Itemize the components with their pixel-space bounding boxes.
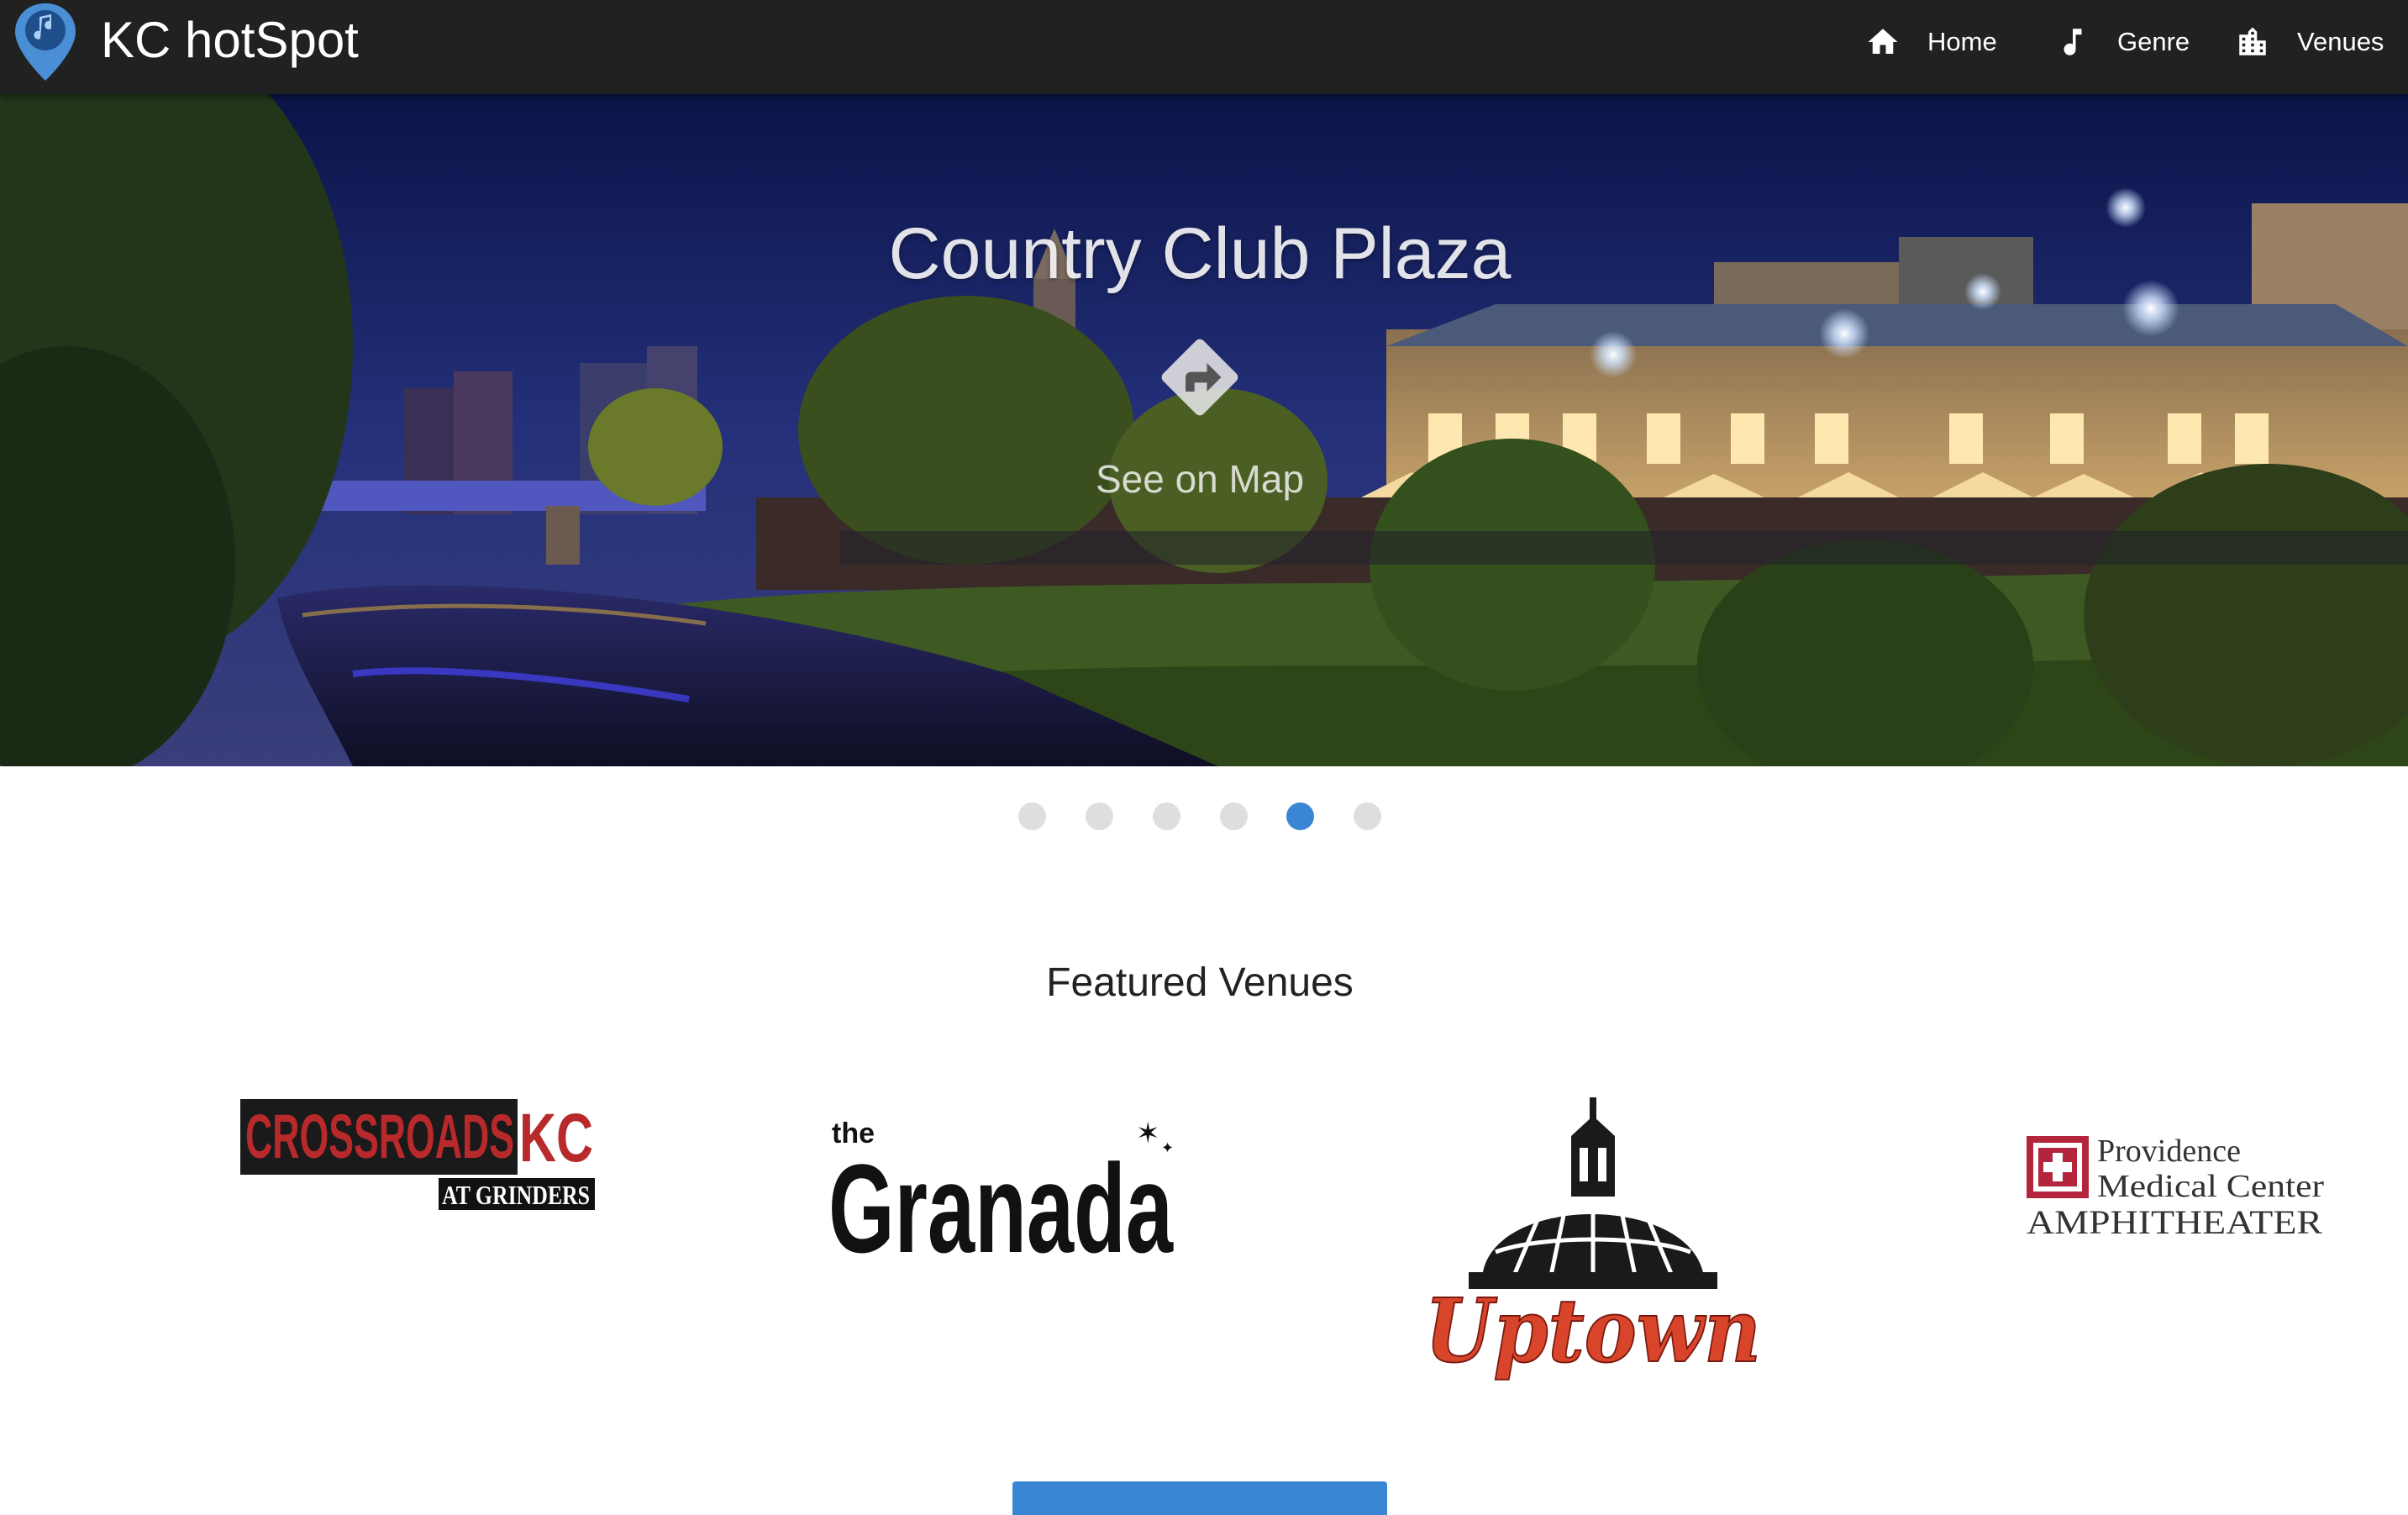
top-navbar: KC hotSpot Home Genre Venues xyxy=(0,0,2408,94)
nav-venues-label: Venues xyxy=(2297,27,2384,56)
venue-logo-uptown[interactable]: Uptown xyxy=(1415,1092,1771,1391)
see-on-map-label: See on Map xyxy=(1095,457,1305,501)
svg-text:✦: ✦ xyxy=(1161,1139,1174,1157)
hero-carousel-slide: Country Club Plaza See on Map xyxy=(0,94,2408,766)
carousel-dot-6[interactable] xyxy=(1354,802,1381,830)
venue-logo-crossroads-kc[interactable]: CROSSROADS KC AT GRINDERS xyxy=(237,1084,598,1218)
home-icon xyxy=(1868,29,1898,54)
carousel-dot-3[interactable] xyxy=(1153,802,1180,830)
nav-home-label: Home xyxy=(1927,27,1997,56)
carousel-dot-2[interactable] xyxy=(1086,802,1113,830)
see-on-map-link[interactable]: See on Map xyxy=(1074,329,1326,607)
crossroads-kc-logo: CROSSROADS KC AT GRINDERS xyxy=(240,1099,595,1210)
venue-logo-the-granada[interactable]: the Granada ✶ ✦ xyxy=(825,1092,1178,1269)
svg-text:AMPHITHEATER: AMPHITHEATER xyxy=(2027,1203,2322,1241)
carousel-indicators xyxy=(0,802,2408,831)
svg-text:Medical Center: Medical Center xyxy=(2097,1169,2324,1204)
city-buildings-icon xyxy=(2239,27,2266,55)
svg-text:✶: ✶ xyxy=(1136,1117,1160,1150)
nav-genre-label: Genre xyxy=(2117,27,2190,56)
view-all-venues-button[interactable] xyxy=(1012,1481,1387,1515)
providence-amphitheater-logo: Providence Medical Center AMPHITHEATER xyxy=(2027,1134,2324,1241)
nav-home[interactable]: Home xyxy=(1865,0,1997,84)
app-title: KC hotSpot xyxy=(101,12,359,68)
svg-text:Granada: Granada xyxy=(828,1138,1174,1269)
nav-genre[interactable]: Genre xyxy=(2055,0,2190,84)
uptown-logo: Uptown xyxy=(1415,1092,1771,1391)
carousel-dot-1[interactable] xyxy=(1018,802,1046,830)
directions-sign-icon xyxy=(1161,339,1238,416)
nav-venues[interactable]: Venues xyxy=(2235,0,2384,84)
hero-title: Country Club Plaza xyxy=(888,213,1512,294)
svg-text:AT GRINDERS: AT GRINDERS xyxy=(442,1180,590,1210)
featured-venues-heading: Featured Venues xyxy=(1046,960,1354,1005)
music-note-icon xyxy=(2064,29,2082,55)
carousel-dot-4[interactable] xyxy=(1220,802,1248,830)
venue-logo-providence-amphitheater[interactable]: Providence Medical Center AMPHITHEATER xyxy=(2020,1126,2331,1244)
svg-text:Providence: Providence xyxy=(2097,1134,2241,1169)
svg-text:KC: KC xyxy=(519,1100,593,1176)
the-granada-logo: the Granada ✶ ✦ xyxy=(828,1117,1174,1269)
svg-text:Uptown: Uptown xyxy=(1425,1279,1761,1382)
svg-text:CROSSROADS: CROSSROADS xyxy=(245,1102,514,1171)
music-map-pin-icon xyxy=(15,3,76,81)
carousel-dot-5[interactable] xyxy=(1286,802,1314,830)
